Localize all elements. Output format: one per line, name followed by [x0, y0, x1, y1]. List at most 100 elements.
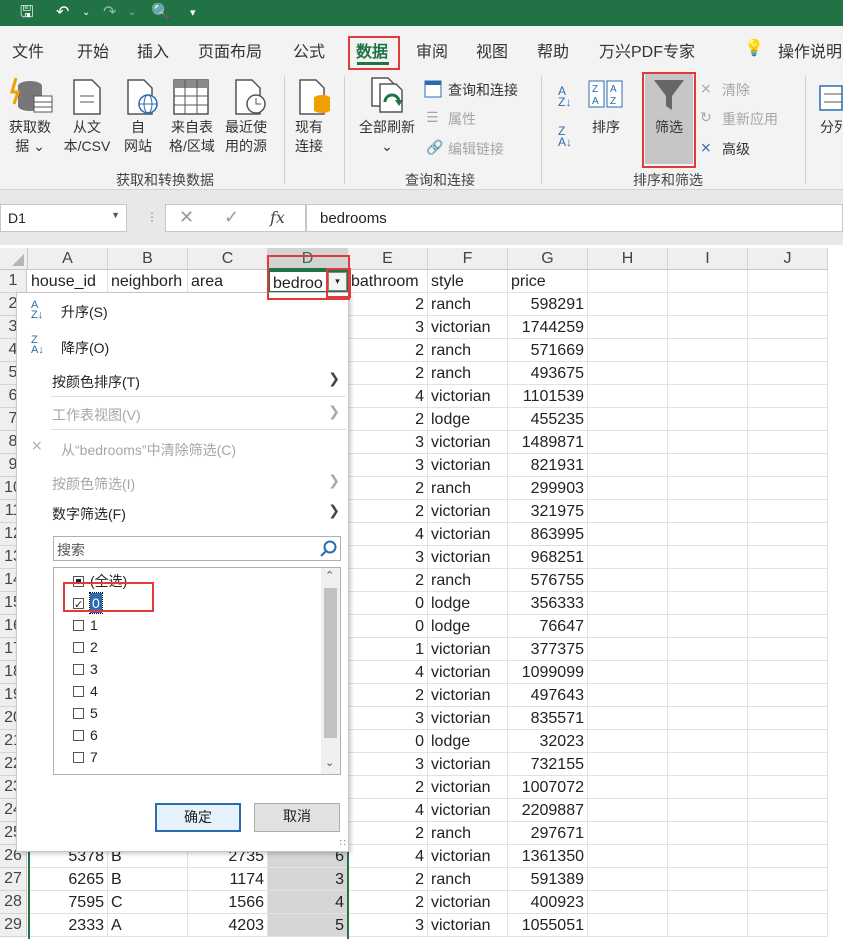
empty-cell[interactable]	[668, 707, 748, 730]
redo-icon[interactable]: ↷	[103, 2, 116, 24]
column-header-f[interactable]: F	[428, 248, 508, 270]
empty-cell[interactable]	[748, 822, 828, 845]
empty-cell[interactable]	[748, 293, 828, 316]
empty-cell[interactable]	[668, 615, 748, 638]
cell-price[interactable]: 356333	[508, 592, 588, 615]
customize-qat-icon[interactable]: ▾	[190, 2, 196, 24]
column-header-a[interactable]: A	[28, 248, 108, 270]
empty-cell[interactable]	[668, 316, 748, 339]
empty-cell[interactable]	[588, 385, 668, 408]
cell-neighborhood[interactable]: A	[108, 914, 188, 937]
checkbox-icon[interactable]	[73, 642, 84, 653]
row-header[interactable]: 28	[0, 891, 27, 914]
tab-file[interactable]: 文件	[12, 38, 44, 62]
empty-cell[interactable]	[588, 454, 668, 477]
cell-bathroom[interactable]: 2	[348, 891, 428, 914]
tab-review[interactable]: 审阅	[416, 38, 448, 62]
text-to-columns-button[interactable]: 分列	[820, 118, 843, 137]
empty-cell[interactable]	[668, 293, 748, 316]
cell-price[interactable]: 1101539	[508, 385, 588, 408]
cell-bathroom[interactable]: 2	[348, 500, 428, 523]
enter-check-icon[interactable]: ✓	[224, 207, 239, 228]
cell-style[interactable]: victorian	[428, 431, 508, 454]
empty-cell[interactable]	[588, 546, 668, 569]
tab-home[interactable]: 开始	[77, 38, 109, 62]
cell-bathroom[interactable]: 2	[348, 408, 428, 431]
empty-cell[interactable]	[668, 776, 748, 799]
formula-input[interactable]: bedrooms	[306, 204, 843, 232]
print-preview-icon[interactable]: 🔍	[151, 2, 171, 24]
empty-cell[interactable]	[668, 592, 748, 615]
sort-button[interactable]: 排序	[588, 118, 624, 137]
cell-style[interactable]: victorian	[428, 914, 508, 937]
reapply-button[interactable]: 重新应用	[722, 109, 778, 129]
cell-house-id[interactable]: 2333	[28, 914, 108, 937]
cell-bathroom[interactable]: 3	[348, 454, 428, 477]
empty-cell[interactable]	[588, 822, 668, 845]
empty-cell[interactable]	[748, 500, 828, 523]
cell-price[interactable]: 400923	[508, 891, 588, 914]
cell-style[interactable]: ranch	[428, 868, 508, 891]
cell-style[interactable]: victorian	[428, 707, 508, 730]
cell-price[interactable]: 591389	[508, 868, 588, 891]
empty-cell[interactable]	[588, 684, 668, 707]
empty-cell[interactable]	[748, 385, 828, 408]
row-header[interactable]: 27	[0, 868, 27, 891]
cell-style[interactable]: victorian	[428, 845, 508, 868]
cell-style[interactable]: victorian	[428, 316, 508, 339]
cell-style[interactable]: victorian	[428, 638, 508, 661]
empty-cell[interactable]	[668, 270, 748, 293]
cell-style[interactable]: victorian	[428, 776, 508, 799]
checkbox-icon[interactable]	[73, 620, 84, 631]
tab-page-layout[interactable]: 页面布局	[198, 38, 262, 62]
empty-cell[interactable]	[748, 523, 828, 546]
cell-bathroom[interactable]: 3	[348, 431, 428, 454]
empty-cell[interactable]	[588, 845, 668, 868]
cell-bathroom[interactable]: 2	[348, 477, 428, 500]
menu-sort-descending[interactable]: 降序(O)	[61, 338, 109, 358]
empty-cell[interactable]	[668, 730, 748, 753]
cell-bathroom[interactable]: 3	[348, 316, 428, 339]
undo-dropdown-icon[interactable]: ⌄	[82, 2, 90, 24]
empty-cell[interactable]	[748, 362, 828, 385]
empty-cell[interactable]	[748, 431, 828, 454]
cell-style[interactable]: victorian	[428, 385, 508, 408]
cell-price[interactable]: 1055051	[508, 914, 588, 937]
cell-style[interactable]: victorian	[428, 891, 508, 914]
row-header[interactable]: 29	[0, 914, 27, 937]
ok-button[interactable]: 确定	[155, 803, 241, 832]
tab-pdf-expert[interactable]: 万兴PDF专家	[599, 38, 695, 62]
cell-style[interactable]: victorian	[428, 500, 508, 523]
from-web-button[interactable]: 自网站	[118, 118, 158, 156]
empty-cell[interactable]	[668, 868, 748, 891]
sort-asc-icon[interactable]: A Z↓	[558, 85, 571, 108]
empty-cell[interactable]	[668, 822, 748, 845]
cell-bathroom[interactable]: 4	[348, 799, 428, 822]
scroll-down-icon[interactable]: ⌄	[325, 756, 334, 769]
name-box-dropdown-icon[interactable]: ▼	[111, 210, 120, 220]
cell-price[interactable]: 76647	[508, 615, 588, 638]
cell-price[interactable]: 571669	[508, 339, 588, 362]
checkbox-icon[interactable]	[73, 730, 84, 741]
menu-sort-ascending[interactable]: 升序(S)	[61, 302, 108, 322]
cell-style[interactable]: victorian	[428, 546, 508, 569]
empty-cell[interactable]	[668, 523, 748, 546]
column-header-b[interactable]: B	[108, 248, 188, 270]
scroll-thumb[interactable]	[324, 588, 337, 738]
checkbox-icon[interactable]	[73, 774, 84, 775]
edit-links-button[interactable]: 编辑链接	[448, 139, 504, 159]
header-cell-price[interactable]: price	[508, 270, 588, 293]
cell-price[interactable]: 835571	[508, 707, 588, 730]
empty-cell[interactable]	[668, 339, 748, 362]
empty-cell[interactable]	[668, 684, 748, 707]
empty-cell[interactable]	[668, 477, 748, 500]
properties-button[interactable]: 属性	[448, 109, 476, 129]
empty-cell[interactable]	[588, 523, 668, 546]
empty-cell[interactable]	[668, 891, 748, 914]
empty-cell[interactable]	[668, 638, 748, 661]
list-scrollbar[interactable]: ⌃ ⌄	[321, 568, 340, 774]
cell-style[interactable]: lodge	[428, 615, 508, 638]
cell-area[interactable]: 1174	[188, 868, 268, 891]
recent-sources-button[interactable]: 最近使 用的源	[220, 118, 272, 156]
cell-style[interactable]: lodge	[428, 408, 508, 431]
